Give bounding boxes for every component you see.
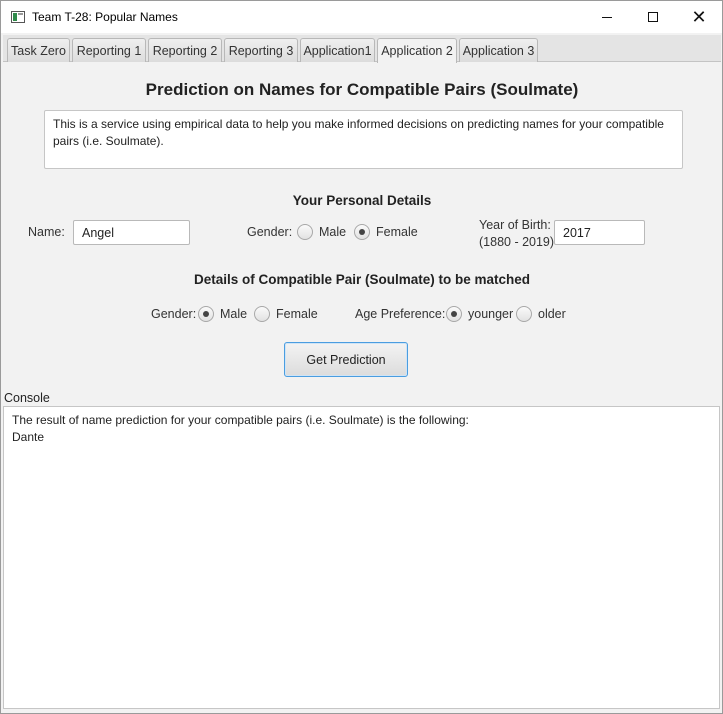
maximize-button[interactable] (630, 1, 676, 33)
tab-reporting-2[interactable]: Reporting 2 (148, 38, 222, 62)
match-details-heading: Details of Compatible Pair (Soulmate) to… (193, 272, 531, 287)
app-window: Team T-28: Popular Names ✕ Task Zero Rep… (0, 0, 723, 714)
title-bar: Team T-28: Popular Names ✕ (1, 1, 722, 33)
get-prediction-button[interactable]: Get Prediction (284, 342, 408, 377)
console-line: Dante (12, 430, 45, 444)
tab-content: Prediction on Names for Compatible Pairs… (3, 62, 721, 395)
close-button[interactable]: ✕ (676, 1, 722, 33)
console-line: The result of name prediction for your c… (12, 413, 469, 427)
name-label: Name: (28, 225, 65, 239)
radio-female-selected (354, 224, 370, 240)
radio-younger-selected (446, 306, 462, 322)
match-gender-female-radio[interactable]: Female (254, 306, 318, 322)
radio-older-unselected (516, 306, 532, 322)
gender-female-radio[interactable]: Female (354, 224, 418, 240)
tab-task-zero[interactable]: Task Zero (7, 38, 70, 62)
radio-label: older (538, 307, 566, 321)
radio-label: Female (276, 307, 318, 321)
app-icon (11, 11, 25, 23)
radio-female-unselected (254, 306, 270, 322)
close-icon: ✕ (691, 6, 707, 27)
radio-label: younger (468, 307, 514, 321)
tab-reporting-1[interactable]: Reporting 1 (72, 38, 146, 62)
tab-application-2[interactable]: Application 2 (377, 38, 457, 63)
console-output[interactable]: The result of name prediction for your c… (3, 406, 720, 709)
age-younger-radio[interactable]: younger (446, 306, 513, 322)
description-text: This is a service using empirical data t… (44, 110, 683, 169)
personal-details-heading: Your Personal Details (292, 193, 432, 208)
match-gender-male-radio[interactable]: Male (198, 306, 247, 322)
name-input[interactable]: Angel (73, 220, 190, 245)
tab-bar: Task Zero Reporting 1 Reporting 2 Report… (3, 35, 721, 63)
year-of-birth-label: Year of Birth: (479, 218, 551, 232)
year-range-label: (1880 - 2019) (479, 235, 555, 249)
minimize-icon (602, 16, 612, 18)
radio-male-unselected (297, 224, 313, 240)
page-title: Prediction on Names for Compatible Pairs… (145, 80, 579, 99)
maximize-icon (648, 12, 658, 22)
gender-label: Gender: (247, 225, 293, 239)
tab-application-1[interactable]: Application1 (300, 38, 375, 62)
gender-male-radio[interactable]: Male (297, 224, 346, 240)
tab-application-3[interactable]: Application 3 (459, 38, 538, 62)
year-of-birth-input[interactable]: 2017 (554, 220, 645, 245)
age-preference-label: Age Preference: (355, 307, 446, 321)
window-title: Team T-28: Popular Names (32, 10, 178, 24)
radio-label: Female (376, 225, 418, 239)
age-older-radio[interactable]: older (516, 306, 566, 322)
radio-label: Male (319, 225, 347, 239)
match-gender-label: Gender: (151, 307, 197, 321)
radio-label: Male (220, 307, 248, 321)
console-label: Console (4, 391, 50, 405)
radio-male-selected (198, 306, 214, 322)
tab-reporting-3[interactable]: Reporting 3 (224, 38, 298, 62)
minimize-button[interactable] (584, 1, 630, 33)
